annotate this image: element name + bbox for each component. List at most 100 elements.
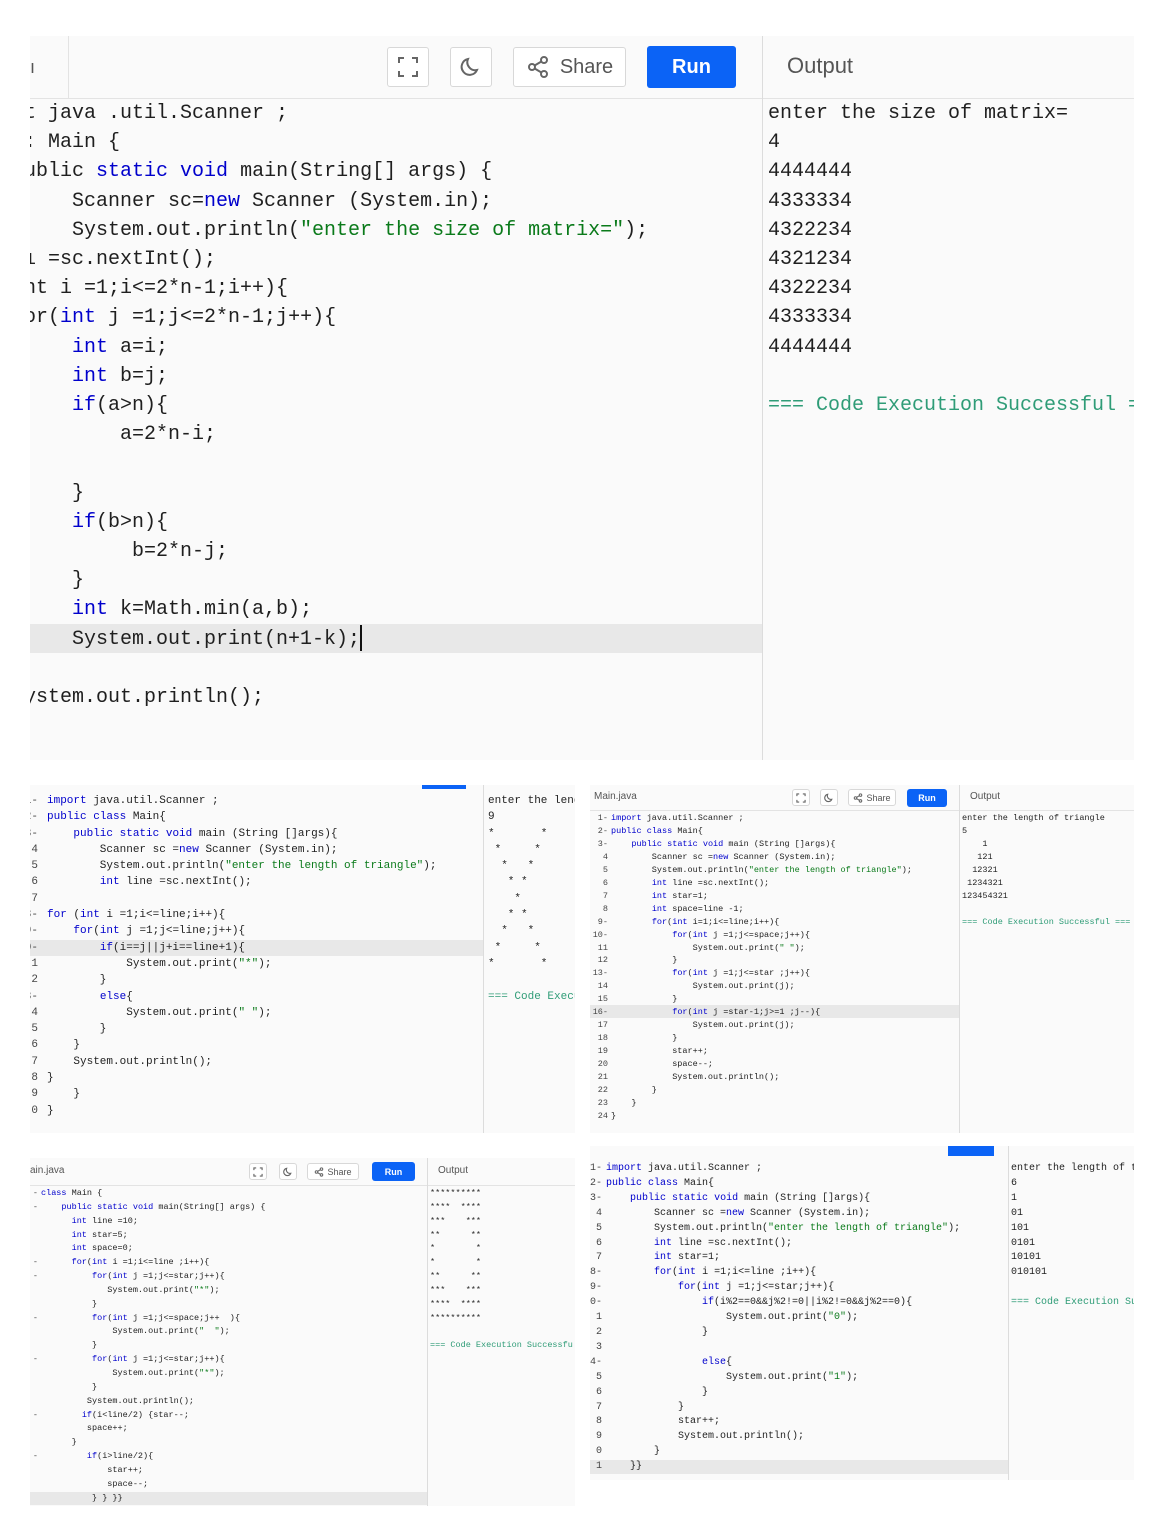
file-tab-label[interactable]: Main.java [594,791,637,802]
code-line: } [611,1097,637,1108]
code-line: Scanner sc=new Scanner (System.in); [30,189,493,213]
output-line: ​ [1011,1281,1134,1296]
line-number: 4 [31,843,38,856]
code-line: System.out.print(" "); [47,1006,272,1019]
code-editor[interactable]: import java.util.Scanner ; public class M… [611,812,912,1123]
output-line: === Code Execu [488,990,575,1003]
line-number: 6 [602,877,608,888]
fullscreen-button[interactable] [387,47,429,87]
share-button[interactable]: Share [307,1163,359,1180]
output-line: enter the size of matrix= [768,102,1069,125]
editor-panel-x-pattern: 1- 2- 3- 4 5 6 7 8- 9- 0- 1 2 3- 4 5 6 7 8 9 0 import java.… [30,785,575,1133]
line-number: 7 [31,892,38,905]
pane-divider [959,785,960,1133]
file-tab-label[interactable]: ain.java [30,1165,64,1176]
line-number: - [32,1451,38,1462]
run-button[interactable]: Run [372,1162,415,1181]
output-line: === Code Execution Successful === [962,916,1131,927]
code-line: System.out.print(j); [611,981,795,992]
line-number: 7 [31,1055,38,1068]
code-editor[interactable]: import java.util.Scanner ; public class M… [47,793,436,1119]
output-line: enter the leng [488,795,575,807]
run-button-fragment [422,785,466,789]
code-line: System.out.print("*"); [41,1284,220,1295]
line-number: 9- [597,916,608,927]
line-gutter: 1- 2- 3- 4 5 6 7 8- 9- 0- 1 2 3 4- 5 6 7 8 9 0 1 [590,1162,602,1475]
line-number: 8 [31,1072,38,1085]
output-console: ********** **** **** *** *** ** ** * * * * ** … [430,1187,573,1353]
code-line: public static void main (String []args){ [631,838,836,849]
output-line: === Code Execution Successful === [768,394,1134,418]
code-line: Scanner sc =new Scanner (System.in); [606,1207,871,1219]
code-line: for(int j =1;j<=space;j++){ [672,929,810,940]
line-number: 6 [595,1386,602,1398]
code-line: int k=Math.min(a,b); [72,598,313,622]
code-line: for(int j =1;j<=line;j++){ [73,925,246,938]
fullscreen-button[interactable] [249,1163,267,1180]
code-editor[interactable]: class Main { public static void main(Str… [41,1187,265,1505]
output-line: * * [430,1243,482,1254]
share-button[interactable]: Share [848,789,896,806]
editor-panel-binary-triangle: 1- 2- 3- 4 5 6 7 8- 9- 0- 1 2 3 4- 5 6 7 8 9 0 1 import java… [590,1146,1134,1480]
line-number: 11 [597,942,608,953]
code-line: or(int j =1;j<=2*n-1;j++){ [30,306,337,330]
code-line: System.out.println(); [606,1431,805,1443]
code-line: } [606,1401,685,1413]
line-number: 20 [597,1059,608,1070]
file-tab-label: ı [30,57,36,77]
code-line: ​ [606,1341,960,1356]
code-line: : Main { [30,131,121,155]
toolbar: ain.java Share Run Output [30,1158,575,1186]
fullscreen-button[interactable] [792,789,810,806]
code-line: System.out.println("enter the length of … [611,864,912,875]
run-button[interactable]: Run [907,789,947,807]
line-number: 7 [595,1401,602,1413]
line-number: 16- [592,1007,608,1018]
output-line: ********** [430,1312,482,1323]
output-line: 4444444 [768,335,853,359]
line-number: 3- [590,1192,602,1204]
code-line: ublic static void main(String[] args) { [30,160,493,184]
line-number: 2- [590,1177,602,1189]
code-editor[interactable]: import java.util.Scanner ; public class M… [606,1162,960,1475]
line-number: 6 [31,876,38,889]
code-line: b=2*n-j; [30,540,229,564]
line-number: 12 [597,955,608,966]
line-number: ​ [30,1325,38,1339]
theme-toggle-button[interactable] [450,47,492,87]
run-button[interactable]: Run [647,46,736,88]
line-number: ​ [30,1339,38,1353]
code-line: int a=i; [72,335,169,359]
output-line: * * [488,827,548,840]
line-number: 18 [597,1033,608,1044]
theme-toggle-button[interactable] [279,1163,297,1180]
output-label: Output [787,53,854,78]
line-number: 10- [592,929,608,940]
output-line: 01 [1011,1207,1024,1219]
file-tab[interactable]: ı [30,36,69,98]
code-editor[interactable]: t java .util.Scanner ;: Main {ublic stat… [30,99,648,712]
code-line: ​ [30,654,648,683]
line-number: 1- [30,795,38,807]
code-line: } [41,1298,98,1309]
output-line: 123454321 [962,890,1008,901]
line-number: 2 [31,974,38,987]
code-line: public static void main (String []args){ [630,1192,871,1204]
share-button[interactable]: Share [513,47,626,87]
output-line: *** *** [430,1215,482,1226]
line-number: 7 [602,890,608,901]
line-number: ​ [30,1436,38,1450]
fullscreen-icon [796,792,806,803]
code-line: int space=0; [71,1243,133,1254]
output-line: ********** [430,1188,482,1198]
code-line: } [47,974,107,987]
line-number: ​ [30,1215,38,1229]
code-line: System.out.println("enter the length of … [606,1222,961,1234]
code-line: for(int i =1;i<=line ;i++){ [71,1257,210,1268]
editor-panel-number-pyramid: Main.java Share Run Output 1- 2- 3- 4 5 6 7 8 9-… [590,785,1134,1133]
line-number: 4- [590,1356,602,1368]
theme-toggle-button[interactable] [820,789,838,806]
code-line: nt i =1;i<=2*n-1;i++){ [30,277,289,301]
line-number: 5 [595,1371,602,1383]
run-label: Run [672,55,711,78]
